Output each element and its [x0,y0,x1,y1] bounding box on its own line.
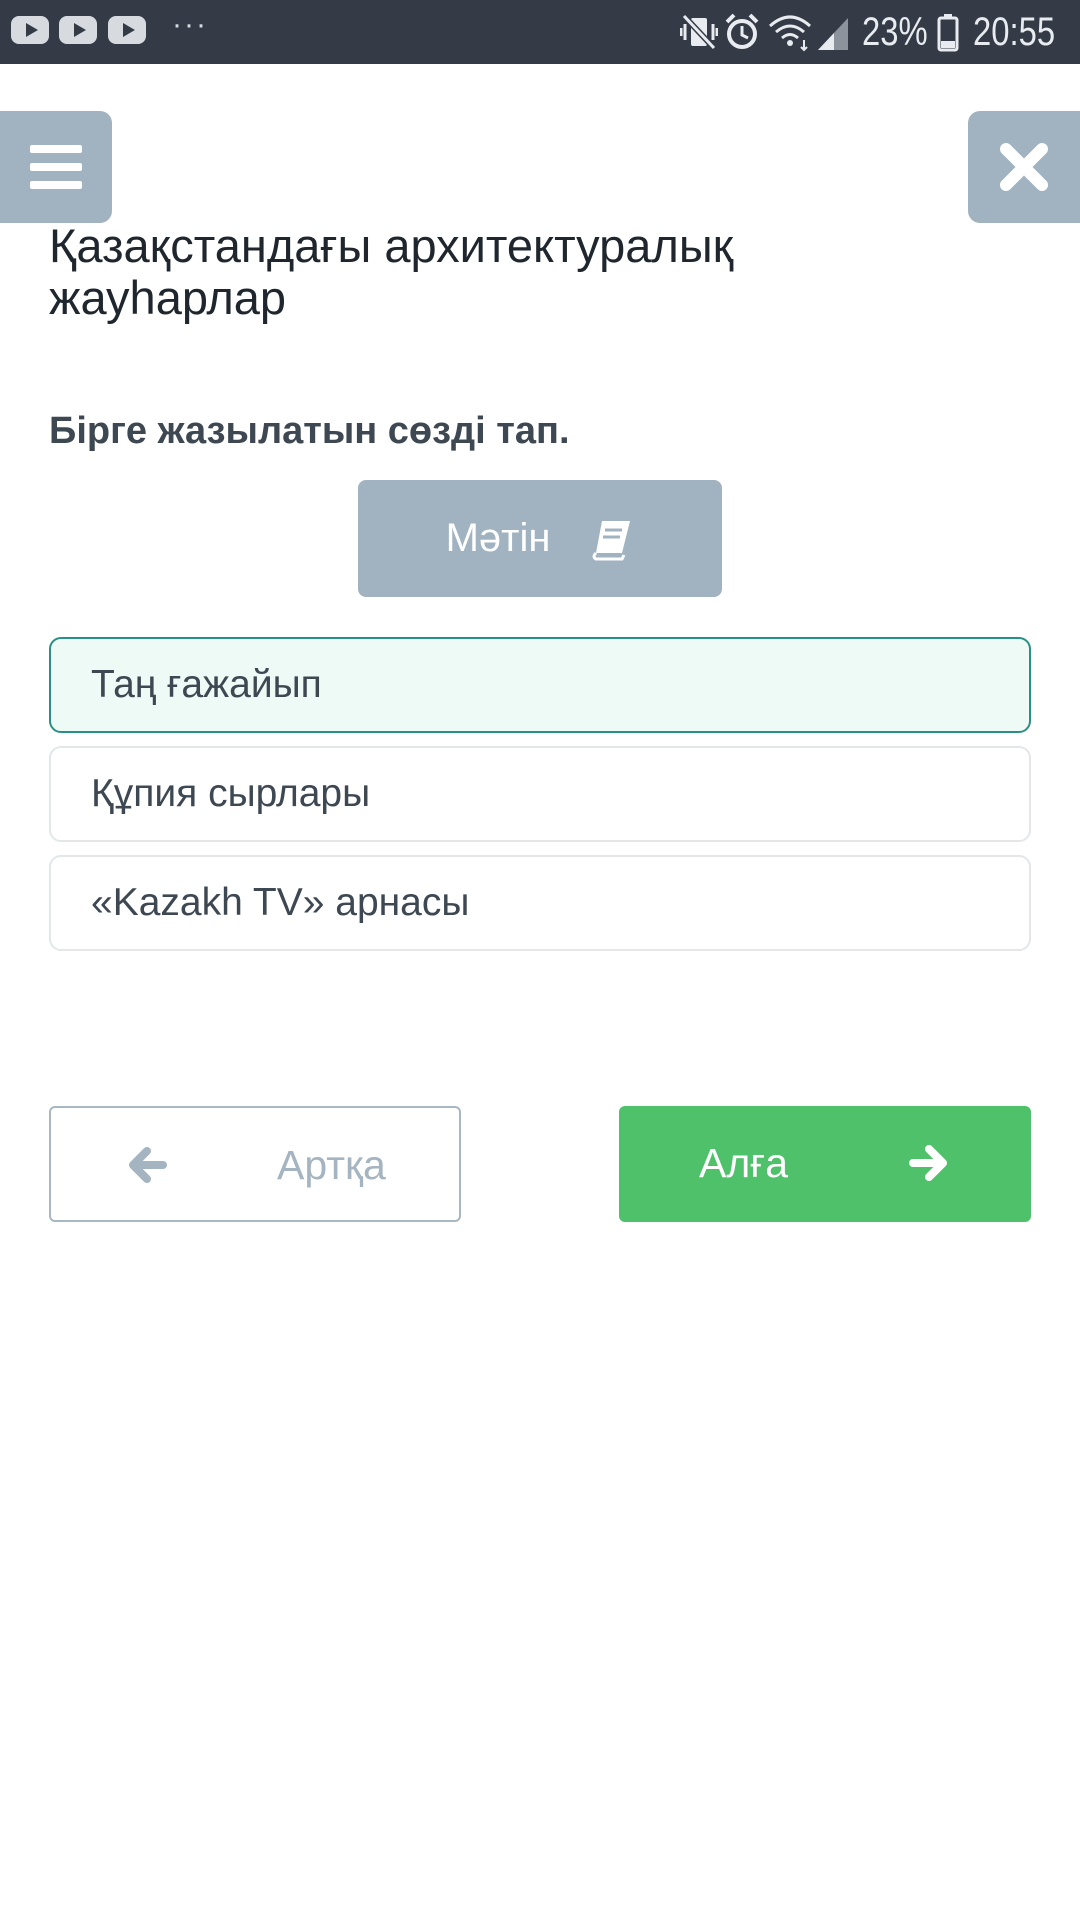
close-button[interactable] [968,111,1080,223]
status-bar: ··· 23% 20:55 [0,0,1080,64]
next-button[interactable]: Алға [619,1106,1031,1222]
text-button-label: Мәтін [445,516,551,560]
answer-option-label: Құпия сырлары [91,772,371,815]
youtube-icon [59,16,97,44]
wifi-icon [768,15,812,52]
battery-percent: 23% [862,10,928,54]
page-title: Қазақстандағы архитектуралық жауһарлар [49,219,734,324]
menu-button[interactable] [0,111,112,223]
answer-option-2[interactable]: Құпия сырлары [49,746,1031,842]
youtube-icon [108,16,146,44]
book-icon [592,520,631,560]
answer-option-3[interactable]: «Kazakh TV» арнасы [49,855,1031,951]
arrow-right-icon [909,1145,947,1181]
vibrate-icon [680,13,718,51]
next-button-label: Алға [699,1140,789,1186]
answer-option-1[interactable]: Таң ғажайып [49,637,1031,733]
arrow-left-icon [129,1147,167,1183]
back-button-label: Артқа [277,1142,386,1188]
more-notifications-icon: ··· [172,8,208,41]
signal-icon [818,18,848,50]
back-button[interactable]: Артқа [49,1106,461,1222]
clock: 20:55 [973,10,1056,54]
alarm-icon [725,13,759,49]
answer-option-label: Таң ғажайып [91,663,322,706]
answer-option-label: «Kazakh TV» арнасы [91,881,470,924]
youtube-icon [11,16,49,44]
battery-icon [937,14,959,52]
text-button[interactable]: Мәтін [358,480,722,597]
question-text: Бірге жазылатын сөзді тап. [49,410,570,452]
close-icon [1000,143,1048,191]
